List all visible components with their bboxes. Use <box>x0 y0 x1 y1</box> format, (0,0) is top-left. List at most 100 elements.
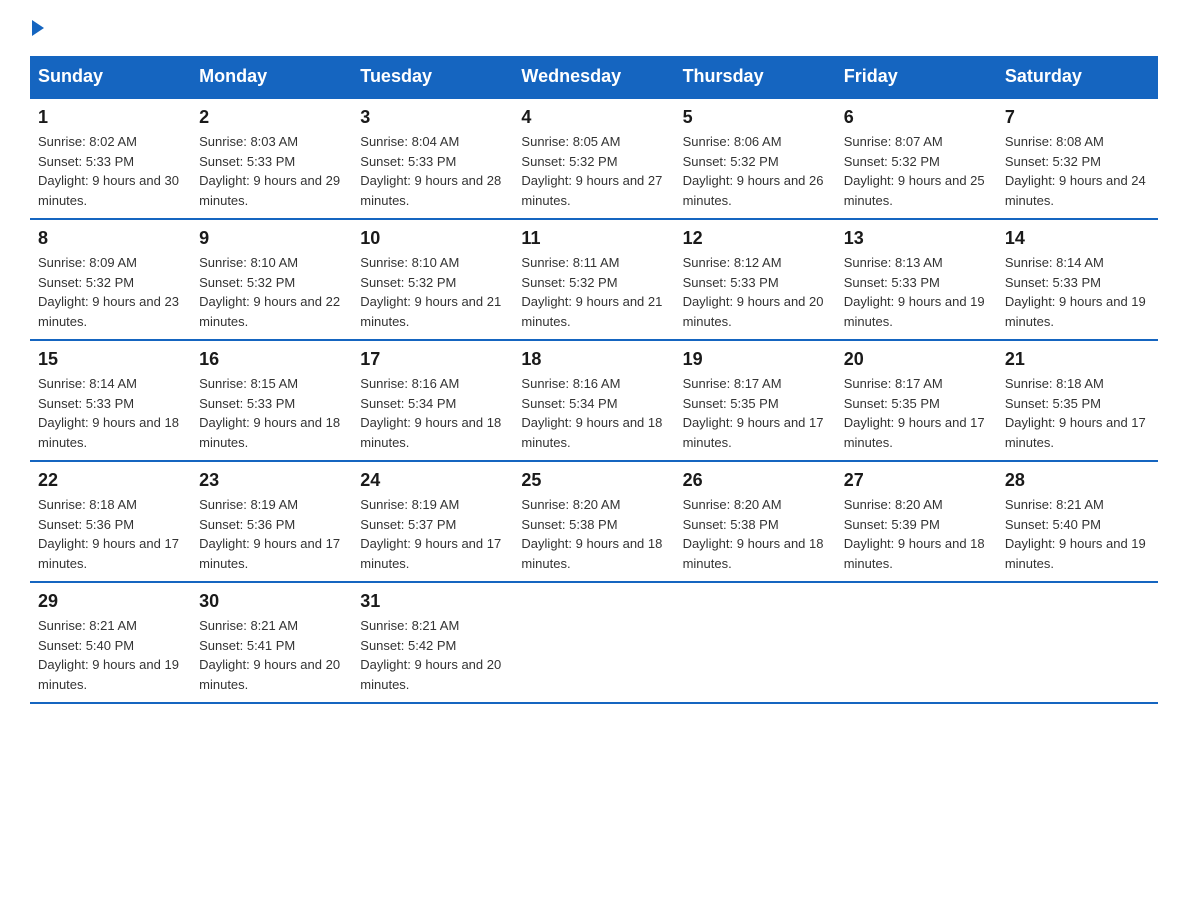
day-info: Sunrise: 8:16 AMSunset: 5:34 PMDaylight:… <box>360 374 505 452</box>
calendar-cell <box>836 582 997 703</box>
day-number: 31 <box>360 591 505 612</box>
day-number: 30 <box>199 591 344 612</box>
calendar-cell <box>513 582 674 703</box>
day-number: 9 <box>199 228 344 249</box>
header-sunday: Sunday <box>30 56 191 98</box>
calendar-cell: 11 Sunrise: 8:11 AMSunset: 5:32 PMDayligh… <box>513 219 674 340</box>
calendar-cell: 12Sunrise: 8:12 AMSunset: 5:33 PMDayligh… <box>675 219 836 340</box>
day-number: 23 <box>199 470 344 491</box>
calendar-cell: 19Sunrise: 8:17 AMSunset: 5:35 PMDayligh… <box>675 340 836 461</box>
day-number: 24 <box>360 470 505 491</box>
day-info: Sunrise: 8:17 AMSunset: 5:35 PMDaylight:… <box>683 374 828 452</box>
calendar-cell: 3 Sunrise: 8:04 AMSunset: 5:33 PMDaylight… <box>352 98 513 219</box>
week-row-5: 29 Sunrise: 8:21 AMSunset: 5:40 PMDayligh… <box>30 582 1158 703</box>
day-number: 18 <box>521 349 666 370</box>
day-info: Sunrise: 8:15 AMSunset: 5:33 PMDaylight:… <box>199 374 344 452</box>
day-number: 4 <box>521 107 666 128</box>
day-info: Sunrise: 8:21 AMSunset: 5:40 PMDaylight:… <box>38 616 183 694</box>
calendar-cell: 14Sunrise: 8:14 AMSunset: 5:33 PMDayligh… <box>997 219 1158 340</box>
day-info: Sunrise: 8:11 AMSunset: 5:32 PMDaylight:… <box>521 253 666 331</box>
day-info: Sunrise: 8:14 AMSunset: 5:33 PMDaylight:… <box>38 374 183 452</box>
calendar-cell <box>675 582 836 703</box>
day-info: Sunrise: 8:18 AMSunset: 5:36 PMDaylight:… <box>38 495 183 573</box>
day-number: 21 <box>1005 349 1150 370</box>
day-info: Sunrise: 8:10 AMSunset: 5:32 PMDaylight:… <box>199 253 344 331</box>
day-info: Sunrise: 8:07 AMSunset: 5:32 PMDaylight:… <box>844 132 989 210</box>
calendar-cell: 21 Sunrise: 8:18 AMSunset: 5:35 PMDayligh… <box>997 340 1158 461</box>
day-number: 29 <box>38 591 183 612</box>
day-info: Sunrise: 8:20 AMSunset: 5:39 PMDaylight:… <box>844 495 989 573</box>
day-info: Sunrise: 8:05 AMSunset: 5:32 PMDaylight:… <box>521 132 666 210</box>
day-info: Sunrise: 8:19 AMSunset: 5:36 PMDaylight:… <box>199 495 344 573</box>
day-number: 22 <box>38 470 183 491</box>
day-number: 26 <box>683 470 828 491</box>
day-info: Sunrise: 8:16 AMSunset: 5:34 PMDaylight:… <box>521 374 666 452</box>
day-info: Sunrise: 8:13 AMSunset: 5:33 PMDaylight:… <box>844 253 989 331</box>
calendar-cell: 28Sunrise: 8:21 AMSunset: 5:40 PMDayligh… <box>997 461 1158 582</box>
calendar-cell: 16 Sunrise: 8:15 AMSunset: 5:33 PMDayligh… <box>191 340 352 461</box>
calendar-cell: 13Sunrise: 8:13 AMSunset: 5:33 PMDayligh… <box>836 219 997 340</box>
calendar-table: SundayMondayTuesdayWednesdayThursdayFrid… <box>30 56 1158 704</box>
calendar-cell: 7Sunrise: 8:08 AMSunset: 5:32 PMDaylight… <box>997 98 1158 219</box>
week-row-4: 22 Sunrise: 8:18 AMSunset: 5:36 PMDayligh… <box>30 461 1158 582</box>
day-info: Sunrise: 8:20 AMSunset: 5:38 PMDaylight:… <box>683 495 828 573</box>
logo-triangle-icon <box>32 20 44 36</box>
calendar-cell: 8Sunrise: 8:09 AMSunset: 5:32 PMDaylight… <box>30 219 191 340</box>
day-info: Sunrise: 8:03 AMSunset: 5:33 PMDaylight:… <box>199 132 344 210</box>
calendar-cell <box>997 582 1158 703</box>
calendar-cell: 1Sunrise: 8:02 AMSunset: 5:33 PMDaylight… <box>30 98 191 219</box>
calendar-cell: 25Sunrise: 8:20 AMSunset: 5:38 PMDayligh… <box>513 461 674 582</box>
calendar-cell: 5 Sunrise: 8:06 AMSunset: 5:32 PMDaylight… <box>675 98 836 219</box>
calendar-cell: 27 Sunrise: 8:20 AMSunset: 5:39 PMDayligh… <box>836 461 997 582</box>
calendar-cell: 29 Sunrise: 8:21 AMSunset: 5:40 PMDayligh… <box>30 582 191 703</box>
day-info: Sunrise: 8:21 AMSunset: 5:42 PMDaylight:… <box>360 616 505 694</box>
week-row-1: 1Sunrise: 8:02 AMSunset: 5:33 PMDaylight… <box>30 98 1158 219</box>
calendar-header-row: SundayMondayTuesdayWednesdayThursdayFrid… <box>30 56 1158 98</box>
calendar-cell: 4 Sunrise: 8:05 AMSunset: 5:32 PMDaylight… <box>513 98 674 219</box>
calendar-cell: 9 Sunrise: 8:10 AMSunset: 5:32 PMDaylight… <box>191 219 352 340</box>
header-saturday: Saturday <box>997 56 1158 98</box>
day-info: Sunrise: 8:18 AMSunset: 5:35 PMDaylight:… <box>1005 374 1150 452</box>
calendar-cell: 22 Sunrise: 8:18 AMSunset: 5:36 PMDayligh… <box>30 461 191 582</box>
day-number: 25 <box>521 470 666 491</box>
day-number: 6 <box>844 107 989 128</box>
header-tuesday: Tuesday <box>352 56 513 98</box>
header-wednesday: Wednesday <box>513 56 674 98</box>
day-info: Sunrise: 8:21 AMSunset: 5:41 PMDaylight:… <box>199 616 344 694</box>
week-row-2: 8Sunrise: 8:09 AMSunset: 5:32 PMDaylight… <box>30 219 1158 340</box>
day-info: Sunrise: 8:10 AMSunset: 5:32 PMDaylight:… <box>360 253 505 331</box>
calendar-cell: 18 Sunrise: 8:16 AMSunset: 5:34 PMDayligh… <box>513 340 674 461</box>
day-info: Sunrise: 8:09 AMSunset: 5:32 PMDaylight:… <box>38 253 183 331</box>
day-number: 14 <box>1005 228 1150 249</box>
calendar-cell: 30 Sunrise: 8:21 AMSunset: 5:41 PMDayligh… <box>191 582 352 703</box>
day-info: Sunrise: 8:12 AMSunset: 5:33 PMDaylight:… <box>683 253 828 331</box>
logo <box>30 20 46 36</box>
day-number: 16 <box>199 349 344 370</box>
day-number: 2 <box>199 107 344 128</box>
header-thursday: Thursday <box>675 56 836 98</box>
header-area <box>30 20 1158 36</box>
day-number: 7 <box>1005 107 1150 128</box>
calendar-cell: 2 Sunrise: 8:03 AMSunset: 5:33 PMDaylight… <box>191 98 352 219</box>
day-info: Sunrise: 8:06 AMSunset: 5:32 PMDaylight:… <box>683 132 828 210</box>
calendar-cell: 15 Sunrise: 8:14 AMSunset: 5:33 PMDayligh… <box>30 340 191 461</box>
header-friday: Friday <box>836 56 997 98</box>
day-info: Sunrise: 8:04 AMSunset: 5:33 PMDaylight:… <box>360 132 505 210</box>
day-number: 1 <box>38 107 183 128</box>
day-number: 10 <box>360 228 505 249</box>
day-number: 28 <box>1005 470 1150 491</box>
calendar-cell: 23 Sunrise: 8:19 AMSunset: 5:36 PMDayligh… <box>191 461 352 582</box>
calendar-cell: 20Sunrise: 8:17 AMSunset: 5:35 PMDayligh… <box>836 340 997 461</box>
calendar-cell: 31 Sunrise: 8:21 AMSunset: 5:42 PMDayligh… <box>352 582 513 703</box>
calendar-cell: 17 Sunrise: 8:16 AMSunset: 5:34 PMDayligh… <box>352 340 513 461</box>
header-monday: Monday <box>191 56 352 98</box>
day-number: 15 <box>38 349 183 370</box>
logo-area <box>30 20 46 36</box>
day-number: 27 <box>844 470 989 491</box>
day-number: 11 <box>521 228 666 249</box>
day-number: 5 <box>683 107 828 128</box>
day-number: 17 <box>360 349 505 370</box>
day-number: 3 <box>360 107 505 128</box>
calendar-cell: 24 Sunrise: 8:19 AMSunset: 5:37 PMDayligh… <box>352 461 513 582</box>
day-info: Sunrise: 8:19 AMSunset: 5:37 PMDaylight:… <box>360 495 505 573</box>
